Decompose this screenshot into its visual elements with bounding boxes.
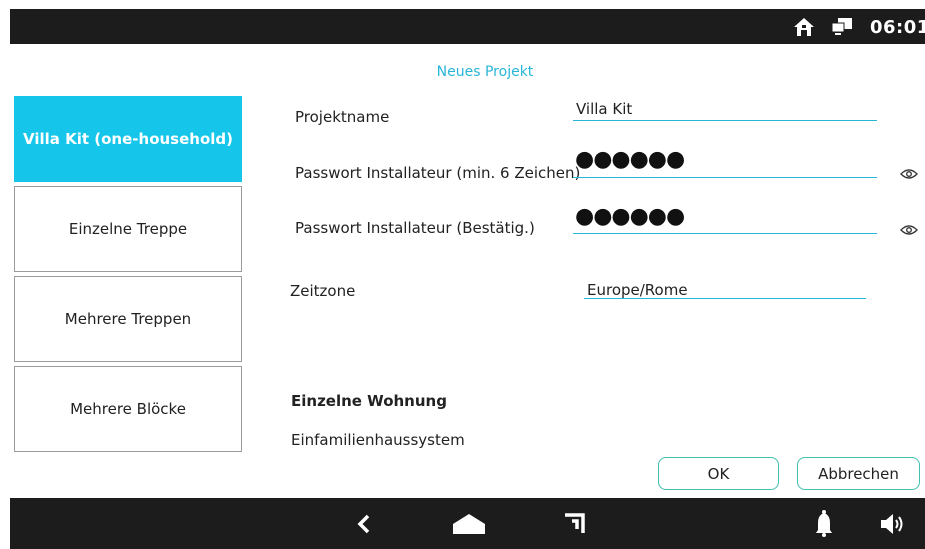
bell-icon[interactable] xyxy=(815,509,833,541)
project-name-field[interactable]: Villa Kit xyxy=(576,100,632,118)
sidebar-item-villa-kit[interactable]: Villa Kit (one-household) xyxy=(14,96,242,182)
network-icon xyxy=(831,17,855,41)
status-clock: 06:01 xyxy=(870,17,925,38)
password-confirm-field[interactable]: ●●●●●● xyxy=(575,204,685,229)
show-password-confirm-icon[interactable] xyxy=(900,221,918,240)
page-title: Neues Projekt xyxy=(436,64,534,80)
status-bar: 06:01 xyxy=(10,9,925,44)
recent-apps-icon[interactable] xyxy=(563,512,587,538)
section-title: Einzelne Wohnung xyxy=(291,392,447,410)
home-icon[interactable] xyxy=(452,513,486,539)
sidebar-item-mehrere-bloecke[interactable]: Mehrere Blöcke xyxy=(14,366,242,452)
password-underline xyxy=(573,177,877,178)
password-confirm-underline xyxy=(573,233,877,234)
sidebar-item-label: Mehrere Blöcke xyxy=(70,400,186,418)
sidebar-item-label: Mehrere Treppen xyxy=(64,310,192,328)
sidebar-item-einzelne-treppe[interactable]: Einzelne Treppe xyxy=(14,186,242,272)
navigation-bar xyxy=(10,498,925,549)
home-icon xyxy=(793,17,815,41)
sidebar-item-mehrere-treppen[interactable]: Mehrere Treppen xyxy=(14,276,242,362)
password-field[interactable]: ●●●●●● xyxy=(575,147,685,172)
volume-icon[interactable] xyxy=(880,513,908,539)
sidebar-item-label: Einzelne Treppe xyxy=(68,220,188,238)
sidebar-item-label: Villa Kit (one-household) xyxy=(23,130,233,148)
password-confirm-label: Passwort Installateur (Bestätig.) xyxy=(295,219,535,237)
project-name-label: Projektname xyxy=(295,108,390,126)
timezone-underline xyxy=(584,298,866,299)
back-icon[interactable] xyxy=(357,514,371,538)
password-label: Passwort Installateur (min. 6 Zeichen) xyxy=(295,164,581,182)
section-description: Einfamilienhaussystem xyxy=(291,431,465,449)
ok-button[interactable]: OK xyxy=(658,457,779,490)
cancel-button[interactable]: Abbrechen xyxy=(797,457,920,490)
timezone-select[interactable]: Europe/Rome xyxy=(587,281,688,299)
project-name-underline xyxy=(573,120,877,121)
show-password-icon[interactable] xyxy=(900,165,918,184)
timezone-label: Zeitzone xyxy=(290,282,356,300)
